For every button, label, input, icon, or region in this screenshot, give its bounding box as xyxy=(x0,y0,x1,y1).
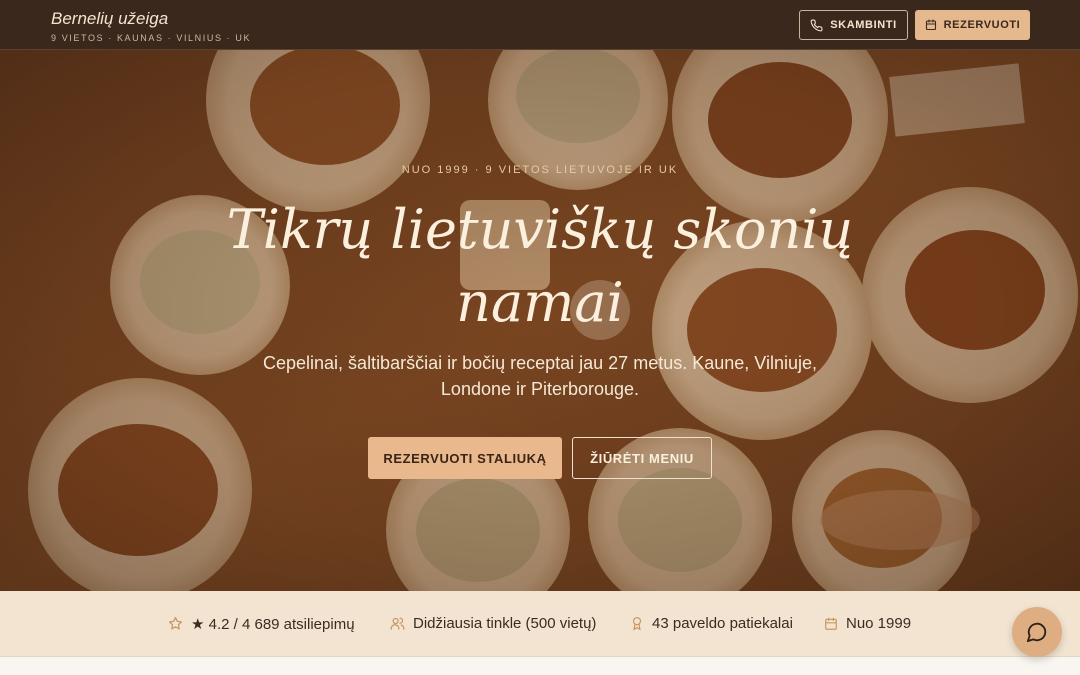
stat-largest: Didžiausia tinkle (500 vietų) xyxy=(390,591,596,656)
brand-locations: 9 VIETOS · KAUNAS · VILNIUS · UK xyxy=(51,33,252,43)
hero-eyebrow: NUO 1999 · 9 VIETOS LIETUVOJE IR UK xyxy=(401,164,679,176)
page-content-start xyxy=(0,657,1080,675)
reserve-button[interactable]: REZERVUOTI xyxy=(915,10,1030,40)
stat-rating: ★ 4.2 / 4 689 atsiliepimų xyxy=(168,591,355,656)
stat-since: Nuo 1999 xyxy=(824,591,911,656)
brand-logo[interactable]: Bernelių užeiga 9 VIETOS · KAUNAS · VILN… xyxy=(51,9,251,43)
call-button[interactable]: SKAMBINTI xyxy=(799,10,908,40)
stat-largest-text: Didžiausia tinkle (500 vietų) xyxy=(413,615,597,632)
stat-since-text: Nuo 1999 xyxy=(846,615,912,632)
calendar-icon xyxy=(825,617,837,630)
stats-bar: ★ 4.2 / 4 689 atsiliepimų Didžiausia tin… xyxy=(0,591,1080,657)
view-menu-button[interactable]: ŽIŪRĖTI MENIU xyxy=(572,437,712,479)
hero-section: NUO 1999 · 9 VIETOS LIETUVOJE IR UK Tikr… xyxy=(0,50,1080,591)
stat-rating-text: ★ 4.2 / 4 689 atsiliepimų xyxy=(191,615,355,633)
call-button-label: SKAMBINTI xyxy=(830,19,897,31)
brand-name: Bernelių užeiga xyxy=(51,9,169,28)
stat-heritage: 43 paveldo patiekalai xyxy=(630,591,793,656)
hero-headline: Tikrų lietuviškų skonių namai xyxy=(226,198,854,334)
hero-lead: Cepelinai, šaltibarščiai ir bočių recept… xyxy=(263,353,817,399)
calendar-icon xyxy=(925,19,936,31)
star-outline-icon xyxy=(168,616,183,630)
chat-bubble-icon xyxy=(1026,622,1047,643)
reserve-button-label: REZERVUOTI xyxy=(943,19,1021,31)
top-navigation-bar: Bernelių užeiga 9 VIETOS · KAUNAS · VILN… xyxy=(0,0,1080,50)
award-icon xyxy=(632,617,642,631)
users-icon xyxy=(390,617,405,630)
stat-heritage-text: 43 paveldo patiekalai xyxy=(652,615,793,632)
chat-button[interactable] xyxy=(1012,607,1062,657)
phone-icon xyxy=(810,19,823,31)
reserve-table-button[interactable]: REZERVUOTI STALIUKĄ xyxy=(368,437,562,479)
